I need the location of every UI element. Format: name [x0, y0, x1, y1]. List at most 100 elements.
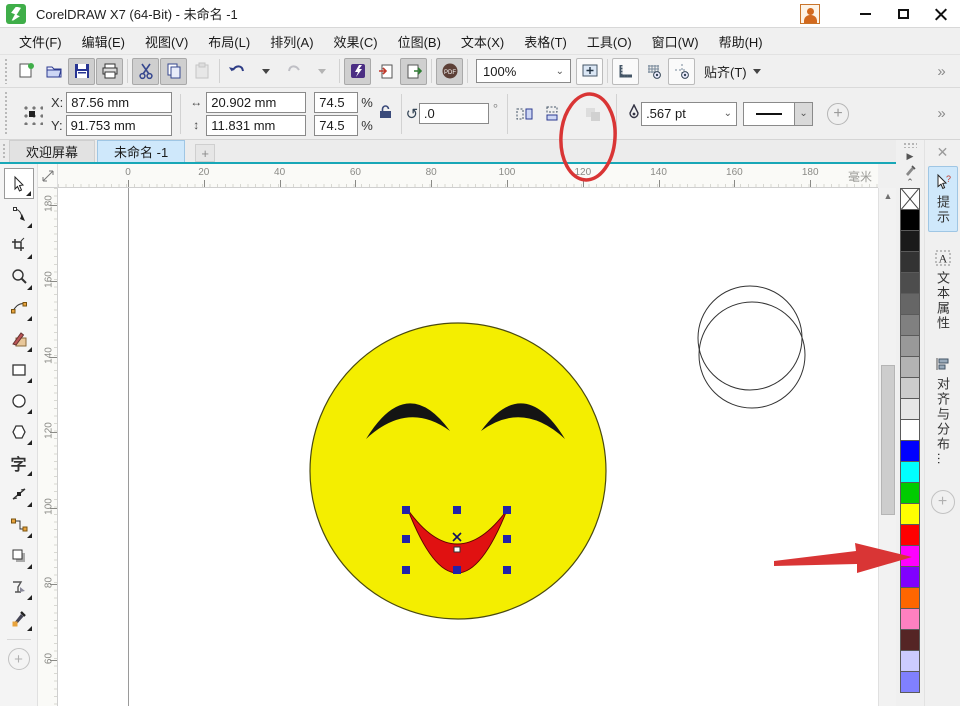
shape-tool[interactable] — [4, 199, 34, 230]
show-guidelines-toggle[interactable] — [668, 58, 695, 85]
color-swatch-90-black[interactable] — [900, 230, 920, 252]
pick-tool[interactable] — [4, 168, 34, 199]
paste-button[interactable] — [188, 58, 215, 85]
snap-to-menu-button[interactable]: 贴齐(T) — [696, 62, 769, 81]
ellipse-tool[interactable] — [4, 385, 34, 416]
palette-eyedropper-icon[interactable] — [904, 163, 916, 176]
color-swatch-20-black[interactable] — [900, 377, 920, 399]
color-swatch-lavender[interactable] — [900, 650, 920, 672]
scale-vertical-field[interactable]: 74.5 — [314, 115, 358, 136]
customize-toolbox-button[interactable]: + — [8, 648, 30, 670]
color-swatch-80-black[interactable] — [900, 251, 920, 273]
tabbar-grip[interactable] — [2, 143, 7, 160]
artistic-media-tool[interactable] — [4, 323, 34, 354]
new-tab-button[interactable]: + — [195, 144, 215, 162]
add-docker-button[interactable]: + — [931, 490, 955, 514]
color-swatch-40-black[interactable] — [900, 335, 920, 357]
drawing-canvas[interactable] — [58, 188, 878, 706]
outline-width-select[interactable]: .567 pt ⌄ — [641, 102, 737, 126]
menu-item-1[interactable]: 编辑(E) — [73, 28, 134, 55]
undo-dropdown[interactable] — [252, 58, 279, 85]
menu-item-2[interactable]: 视图(V) — [136, 28, 197, 55]
smiley-face-circle[interactable] — [310, 323, 606, 619]
scroll-up-icon[interactable]: ▲ — [879, 188, 897, 204]
color-swatch-cyan[interactable] — [900, 461, 920, 483]
mirror-vertical-button[interactable] — [538, 100, 565, 127]
color-swatch-10-black[interactable] — [900, 398, 920, 420]
ruler-origin-button[interactable] — [38, 164, 58, 188]
rectangle-tool[interactable] — [4, 354, 34, 385]
add-property-button[interactable]: + — [827, 103, 849, 125]
account-icon[interactable] — [800, 4, 820, 24]
object-height-field[interactable]: 11.831 mm — [206, 115, 306, 136]
docker-tab-align-distribute[interactable]: 对齐与分布… — [928, 348, 958, 474]
toolbar-grip[interactable] — [4, 58, 9, 84]
color-swatch-yellow[interactable] — [900, 503, 920, 525]
combine-button[interactable] — [579, 100, 606, 127]
palette-flyout-button[interactable]: ▶ — [907, 150, 914, 163]
color-swatch-50-black[interactable] — [900, 314, 920, 336]
print-button[interactable] — [96, 58, 123, 85]
lock-ratio-toggle[interactable] — [379, 105, 392, 122]
import-button[interactable] — [372, 58, 399, 85]
color-swatch-no-color[interactable] — [900, 188, 920, 210]
color-swatch-magenta[interactable] — [900, 545, 920, 567]
color-swatch-70-black[interactable] — [900, 272, 920, 294]
polygon-tool[interactable] — [4, 416, 34, 447]
color-eyedropper-tool[interactable] — [4, 602, 34, 633]
object-width-field[interactable]: 20.902 mm — [206, 92, 306, 113]
object-origin-selector[interactable] — [21, 103, 43, 125]
docker-tab-hints[interactable]: ? 提示 — [928, 166, 958, 232]
outline-circle-2[interactable] — [699, 302, 805, 408]
color-swatch-periwinkle[interactable] — [900, 671, 920, 693]
save-button[interactable] — [68, 58, 95, 85]
property-bar-grip[interactable] — [4, 91, 9, 136]
horizontal-ruler[interactable]: 毫米 020406080100120140160180 — [58, 164, 878, 188]
tab-untitled-1[interactable]: 未命名 -1 — [97, 140, 185, 162]
color-swatch-white[interactable] — [900, 419, 920, 441]
property-bar-overflow-button[interactable]: » — [927, 100, 954, 127]
export-button[interactable] — [400, 58, 427, 85]
text-tool[interactable]: 字 — [4, 447, 34, 478]
redo-dropdown[interactable] — [308, 58, 335, 85]
color-swatch-orange[interactable] — [900, 587, 920, 609]
cut-button[interactable] — [132, 58, 159, 85]
transparency-tool[interactable] — [4, 571, 34, 602]
docker-close-button[interactable]: ✕ — [931, 142, 955, 162]
color-swatch-red[interactable] — [900, 524, 920, 546]
color-swatch-pink[interactable] — [900, 608, 920, 630]
publish-pdf-button[interactable]: PDF — [436, 58, 463, 85]
menu-item-9[interactable]: 工具(O) — [578, 28, 641, 55]
menu-item-6[interactable]: 位图(B) — [389, 28, 450, 55]
vertical-ruler[interactable]: 180160140120100806040 — [38, 188, 58, 706]
new-document-button[interactable] — [12, 58, 39, 85]
menu-item-5[interactable]: 效果(C) — [325, 28, 387, 55]
color-swatch-30-black[interactable] — [900, 356, 920, 378]
vertical-scrollbar[interactable]: ▲ — [878, 188, 896, 706]
color-swatch-purple[interactable] — [900, 566, 920, 588]
menu-item-8[interactable]: 表格(T) — [515, 28, 576, 55]
toolbar-overflow-button[interactable]: » — [927, 58, 954, 85]
freehand-tool[interactable] — [4, 292, 34, 323]
menu-item-10[interactable]: 窗口(W) — [643, 28, 708, 55]
docker-tab-text-properties[interactable]: A 文本属性 — [928, 242, 958, 338]
show-rulers-toggle[interactable] — [612, 58, 639, 85]
scale-horizontal-field[interactable]: 74.5 — [314, 92, 358, 113]
menu-item-3[interactable]: 布局(L) — [199, 28, 259, 55]
maximize-button[interactable] — [884, 1, 922, 27]
menu-item-7[interactable]: 文本(X) — [452, 28, 513, 55]
connector-tool[interactable] — [4, 509, 34, 540]
copy-button[interactable] — [160, 58, 187, 85]
rotation-angle-field[interactable]: .0 — [419, 103, 489, 124]
close-button[interactable] — [922, 1, 960, 27]
open-button[interactable] — [40, 58, 67, 85]
show-grid-toggle[interactable] — [640, 58, 667, 85]
menu-item-4[interactable]: 排列(A) — [261, 28, 322, 55]
mirror-horizontal-button[interactable] — [511, 100, 538, 127]
search-content-button[interactable] — [344, 58, 371, 85]
color-swatch-green[interactable] — [900, 482, 920, 504]
zoom-level-select[interactable]: 100% ⌄ — [476, 59, 571, 83]
dimension-tool[interactable] — [4, 478, 34, 509]
x-position-field[interactable]: 87.56 mm — [66, 92, 172, 113]
fullscreen-preview-button[interactable] — [576, 58, 603, 85]
